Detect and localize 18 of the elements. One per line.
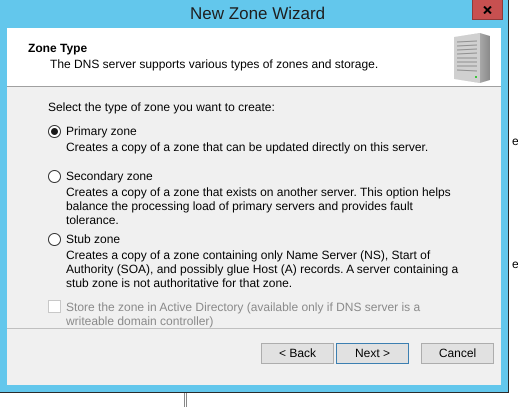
- store-in-ad-checkbox: Store the zone in Active Directory (available only if DNS server is a writeable domain controller): [48, 300, 481, 328]
- close-button[interactable]: [472, 0, 503, 20]
- option-description: Creates a copy of a zone containing only Name Server (NS), Start of Authority (SOA), and possibly glue Host (A) records. A server containing a stub zone is not authoritative for that zone.: [65, 248, 460, 290]
- background-text-fragment: e: [512, 134, 518, 148]
- zone-type-radio[interactable]: Stub zone: [48, 231, 120, 247]
- close-icon: [483, 6, 492, 14]
- wizard-button[interactable]: Next >: [336, 343, 409, 364]
- prompt-text: Select the type of zone you want to create:: [48, 99, 276, 115]
- window-title: New Zone Wizard: [190, 4, 326, 24]
- zone-type-radio[interactable]: Secondary zone: [48, 168, 153, 184]
- wizard-button[interactable]: Cancel: [421, 343, 494, 364]
- wizard-button[interactable]: < Back: [261, 343, 334, 364]
- background-text-fragment: e: [512, 257, 518, 271]
- option-description: Creates a copy of a zone that can be updated directly on this server.: [65, 140, 430, 154]
- page-subtitle: The DNS server supports various types of zones and storage.: [49, 56, 380, 72]
- page-title: Zone Type: [28, 40, 88, 56]
- zone-type-radio[interactable]: Primary zone: [48, 123, 137, 139]
- option-description: Creates a copy of a zone that exists on another server. This option helps balance the processing load of primary servers and provides fault tolerance.: [65, 185, 452, 227]
